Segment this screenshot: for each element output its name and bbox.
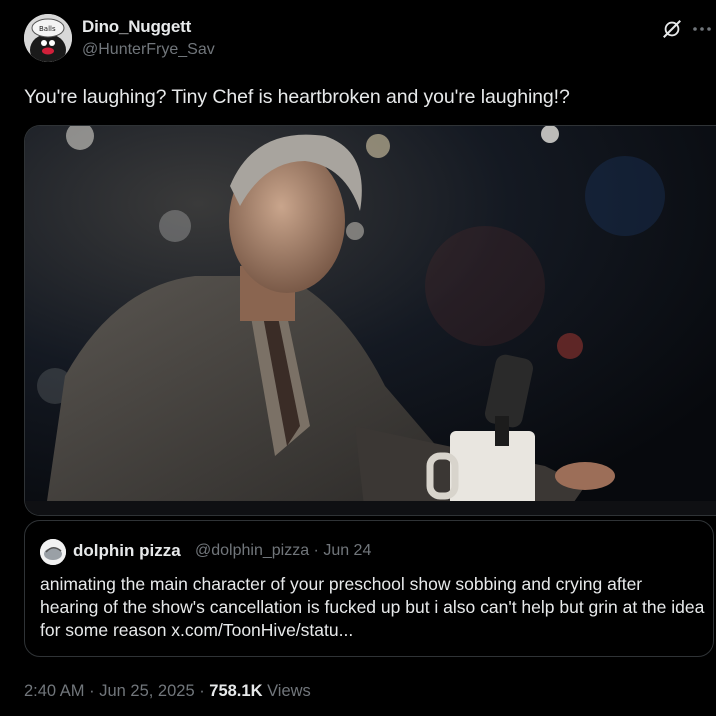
tweet-media[interactable] [24, 125, 716, 516]
views-label: Views [262, 682, 311, 700]
author-display-name[interactable]: Dino_Nuggett [82, 17, 191, 37]
author-handle[interactable]: @HunterFrye_Sav [82, 41, 215, 59]
svg-text:Balls: Balls [39, 25, 56, 33]
quote-meta: @dolphin_pizza · Jun 24 [195, 542, 372, 559]
tweet-container: Balls Dino_Nuggett @HunterFrye_Sav You'r… [0, 0, 716, 716]
dolphin-avatar-icon [40, 539, 66, 565]
quoted-tweet[interactable]: dolphin pizza @dolphin_pizza · Jun 24 an… [24, 520, 714, 657]
tweet-text: You're laughing? Tiny Chef is heartbroke… [24, 86, 570, 108]
more-icon[interactable] [690, 18, 714, 40]
timestamp[interactable]: 2:40 AM · Jun 25, 2025 · [24, 682, 209, 700]
views-count: 758.1K [209, 682, 263, 700]
man-at-bar-photo [25, 126, 716, 515]
quote-avatar [40, 539, 66, 565]
quote-display-name: dolphin pizza [73, 541, 181, 560]
author-avatar[interactable]: Balls [24, 14, 72, 62]
tweet-footer: 2:40 AM · Jun 25, 2025 · 758.1K Views [24, 682, 311, 701]
quote-text: animating the main character of your pre… [40, 574, 705, 640]
penguin-avatar-icon: Balls [24, 14, 72, 62]
grok-icon[interactable] [661, 18, 683, 40]
